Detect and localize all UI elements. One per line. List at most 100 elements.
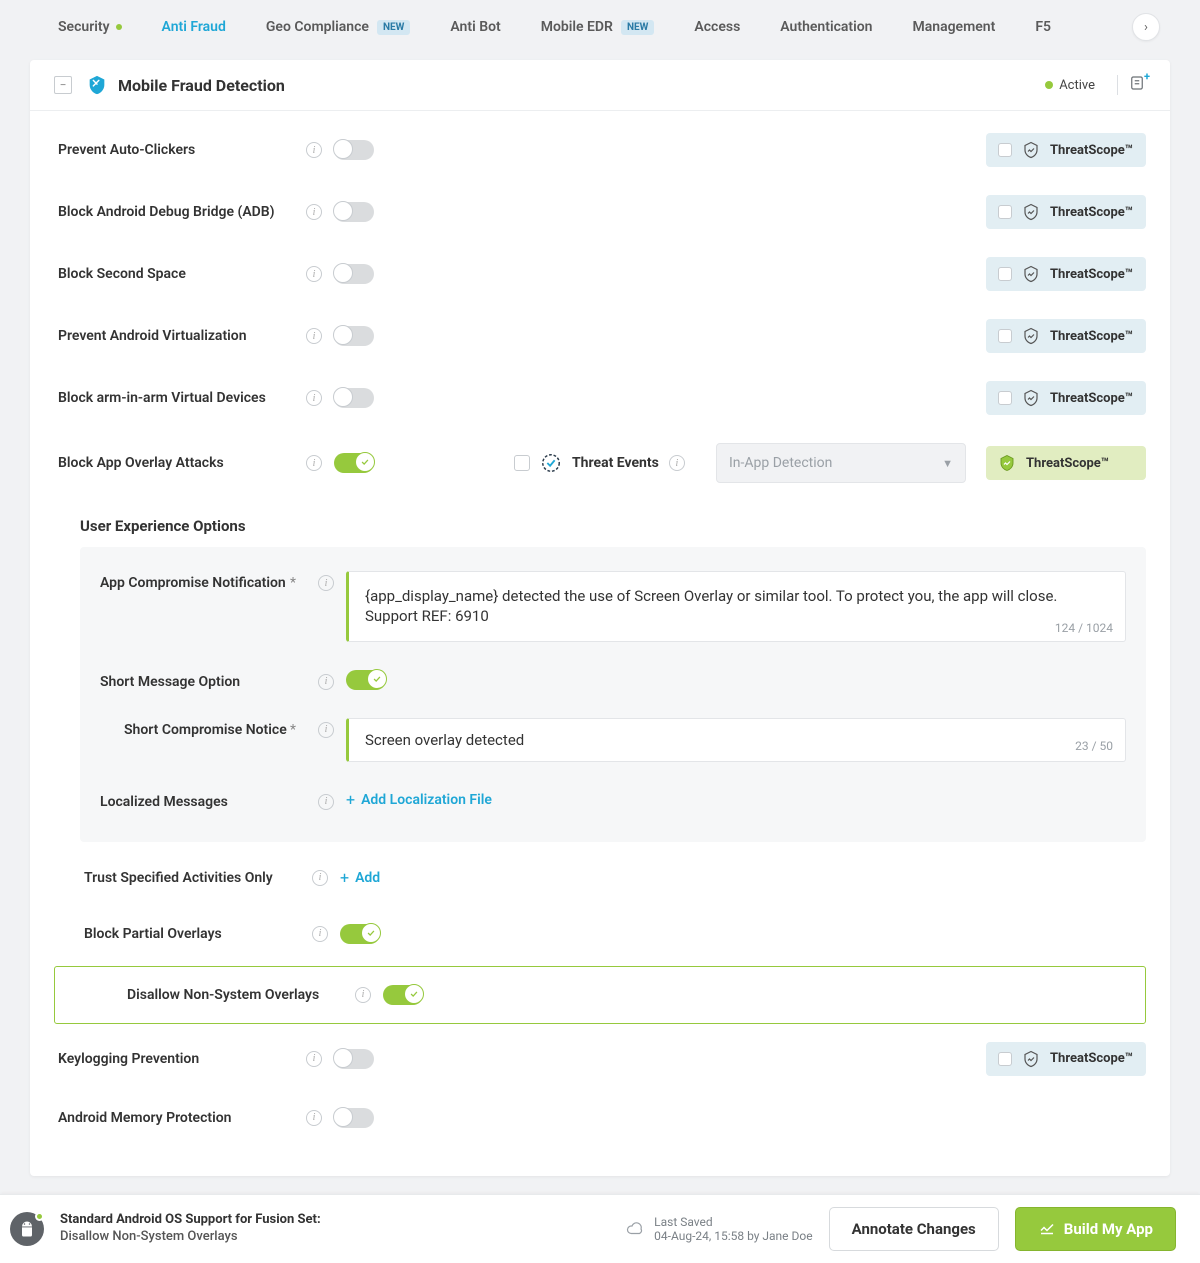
info-icon[interactable]: i (318, 722, 334, 738)
footer-bar: Standard Android OS Support for Fusion S… (0, 1194, 1200, 1263)
char-counter: 23 / 50 (1075, 739, 1113, 753)
shield-chart-icon (1022, 327, 1040, 345)
info-icon[interactable]: i (318, 674, 334, 690)
threatscope-checkbox[interactable]: ThreatScope™ (986, 195, 1146, 229)
toggle-block-overlay[interactable] (334, 453, 374, 473)
toggle-disallow-nonsystem[interactable] (383, 985, 423, 1005)
check-icon (372, 674, 382, 684)
nav-geo-compliance[interactable]: Geo Compliance NEW (248, 0, 428, 54)
checkbox-icon (998, 143, 1012, 157)
highlight-disallow-nonsystem: Disallow Non-System Overlays i (54, 966, 1146, 1024)
nav-access[interactable]: Access (676, 0, 758, 54)
annotate-changes-button[interactable]: Annotate Changes (829, 1207, 999, 1251)
collapse-button[interactable]: − (54, 76, 72, 94)
checkbox-icon (998, 1052, 1012, 1066)
threatscope-checkbox[interactable]: ThreatScope™ (986, 319, 1146, 353)
nav-security[interactable]: Security (40, 0, 140, 54)
fraud-detection-icon (86, 74, 108, 96)
last-saved-label: Last Saved (654, 1215, 812, 1229)
row-block-partial-overlays: Block Partial Overlays i (30, 906, 1170, 962)
info-icon[interactable]: i (318, 575, 334, 591)
nav-authentication[interactable]: Authentication (762, 0, 890, 54)
add-localization-button[interactable]: + Add Localization File (346, 790, 492, 809)
chevron-right-icon: › (1144, 20, 1148, 35)
info-icon[interactable]: i (312, 926, 328, 942)
shield-chart-icon (1022, 1050, 1040, 1068)
info-icon[interactable]: i (306, 390, 322, 406)
checkbox-icon (998, 391, 1012, 405)
button-label: Build My App (1064, 1220, 1153, 1238)
row-localized-messages: Localized Messages i + Add Localization … (80, 776, 1146, 824)
toggle-block-second-space[interactable] (334, 264, 374, 284)
android-icon (17, 1219, 37, 1239)
short-notice-input[interactable]: Screen overlay detected 23 / 50 (346, 718, 1126, 762)
nav-management[interactable]: Management (894, 0, 1013, 54)
setting-label: Short Compromise Notice (100, 718, 290, 738)
shield-chart-icon (1022, 389, 1040, 407)
row-trust-activities: Trust Specified Activities Only i + Add (30, 850, 1170, 906)
info-icon[interactable]: i (306, 455, 322, 471)
add-trust-button[interactable]: + Add (340, 868, 380, 887)
info-icon[interactable]: i (306, 1051, 322, 1067)
toggle-short-message[interactable] (346, 670, 386, 690)
threatscope-checkbox[interactable]: ThreatScope™ (986, 1042, 1146, 1076)
setting-label: Block arm-in-arm Virtual Devices (54, 390, 294, 406)
threatscope-checkbox[interactable]: ThreatScope™ (986, 133, 1146, 167)
shield-chart-icon (1022, 141, 1040, 159)
info-icon[interactable]: i (306, 1110, 322, 1126)
threat-events-checkbox[interactable] (514, 455, 530, 471)
toggle-block-partial[interactable] (340, 924, 380, 944)
setting-label: Block Android Debug Bridge (ADB) (54, 204, 294, 220)
setting-label: Android Memory Protection (54, 1110, 294, 1126)
char-counter: 124 / 1024 (1055, 621, 1113, 635)
shield-check-icon (540, 452, 562, 474)
row-block-arm-in-arm: Block arm-in-arm Virtual Devices i Threa… (30, 367, 1170, 429)
nav-scroll-right-button[interactable]: › (1132, 13, 1160, 41)
threatscope-active[interactable]: ThreatScope™ (986, 446, 1146, 480)
nav-anti-bot[interactable]: Anti Bot (432, 0, 518, 54)
info-icon[interactable]: i (669, 455, 685, 471)
add-note-button[interactable]: + (1128, 74, 1146, 96)
plus-icon: + (346, 790, 355, 809)
nav-label: Access (694, 19, 740, 35)
nav-mobile-edr[interactable]: Mobile EDR NEW (523, 0, 673, 54)
threatscope-label: ThreatScope™ (1050, 205, 1133, 220)
nav-anti-fraud[interactable]: Anti Fraud (144, 0, 244, 54)
toggle-block-adb[interactable] (334, 202, 374, 222)
toggle-block-arm-in-arm[interactable] (334, 388, 374, 408)
threatscope-checkbox[interactable]: ThreatScope™ (986, 381, 1146, 415)
input-value: Screen overlay detected (365, 731, 1109, 749)
info-icon[interactable]: i (355, 987, 371, 1003)
info-icon[interactable]: i (312, 870, 328, 886)
threatscope-label: ThreatScope™ (1026, 456, 1109, 471)
android-status-icon[interactable] (10, 1212, 44, 1246)
toggle-prevent-auto-clickers[interactable] (334, 140, 374, 160)
fusion-set-text: Standard Android OS Support for Fusion S… (60, 1212, 321, 1246)
threatscope-label: ThreatScope™ (1050, 267, 1133, 282)
uxo-title: User Experience Options (30, 497, 1170, 547)
last-saved-time: 04-Aug-24, 15:58 by Jane Doe (654, 1229, 812, 1243)
shield-chart-icon (1022, 203, 1040, 221)
threat-events-select[interactable]: In-App Detection ▼ (716, 443, 966, 483)
info-icon[interactable]: i (306, 204, 322, 220)
nav-f5[interactable]: F5 (1017, 0, 1069, 54)
check-icon (360, 457, 370, 467)
threatscope-label: ThreatScope™ (1050, 143, 1133, 158)
info-icon[interactable]: i (306, 328, 322, 344)
info-icon[interactable]: i (306, 142, 322, 158)
row-block-adb: Block Android Debug Bridge (ADB) i Threa… (30, 181, 1170, 243)
threatscope-checkbox[interactable]: ThreatScope™ (986, 257, 1146, 291)
nav-label: Management (912, 19, 995, 35)
new-badge: NEW (377, 20, 410, 35)
app-compromise-textarea[interactable]: {app_display_name} detected the use of S… (346, 571, 1126, 642)
toggle-keylogging[interactable] (334, 1049, 374, 1069)
info-icon[interactable]: i (306, 266, 322, 282)
panel-header: − Mobile Fraud Detection Active + (30, 60, 1170, 111)
checkbox-icon (998, 329, 1012, 343)
nav-label: Geo Compliance (266, 19, 369, 35)
build-my-app-button[interactable]: Build My App (1015, 1207, 1176, 1251)
toggle-prevent-virtualization[interactable] (334, 326, 374, 346)
info-icon[interactable]: i (318, 794, 334, 810)
caret-down-icon: ▼ (942, 457, 953, 470)
toggle-memory-protection[interactable] (334, 1108, 374, 1128)
